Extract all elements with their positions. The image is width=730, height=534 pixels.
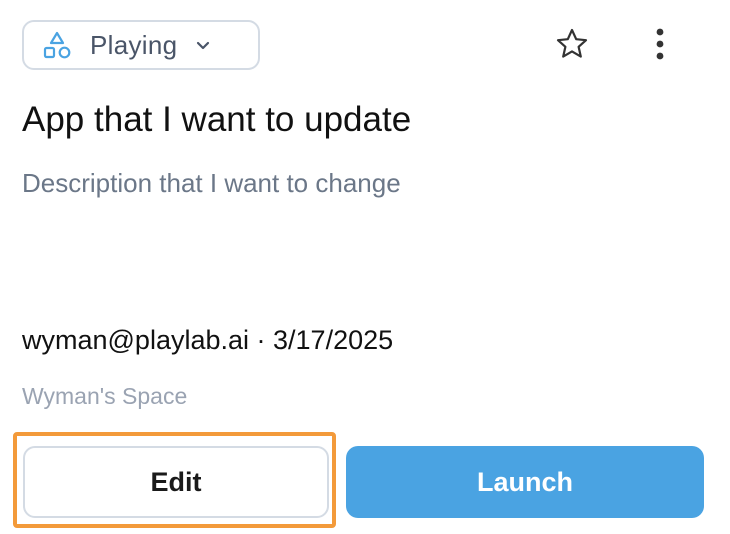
space-name: Wyman's Space xyxy=(22,383,188,409)
app-title: App that I want to update xyxy=(22,100,412,139)
app-card: Playing App that I want to update Descri… xyxy=(0,0,730,534)
favorite-button[interactable] xyxy=(550,26,594,66)
star-icon xyxy=(554,26,590,67)
meta-separator: · xyxy=(249,325,274,355)
author-email: wyman@playlab.ai xyxy=(22,325,250,355)
status-dropdown[interactable]: Playing xyxy=(22,20,260,70)
shapes-icon xyxy=(42,30,72,60)
more-options-button[interactable] xyxy=(640,24,680,68)
edit-button[interactable]: Edit xyxy=(23,446,329,518)
more-vertical-icon xyxy=(654,27,666,66)
launch-button[interactable]: Launch xyxy=(346,446,704,518)
chevron-down-icon xyxy=(193,35,213,55)
app-date: 3/17/2025 xyxy=(273,325,394,355)
app-meta: wyman@playlab.ai · 3/17/2025 xyxy=(22,325,393,356)
app-description: Description that I want to change xyxy=(22,168,401,198)
status-label: Playing xyxy=(90,29,178,60)
